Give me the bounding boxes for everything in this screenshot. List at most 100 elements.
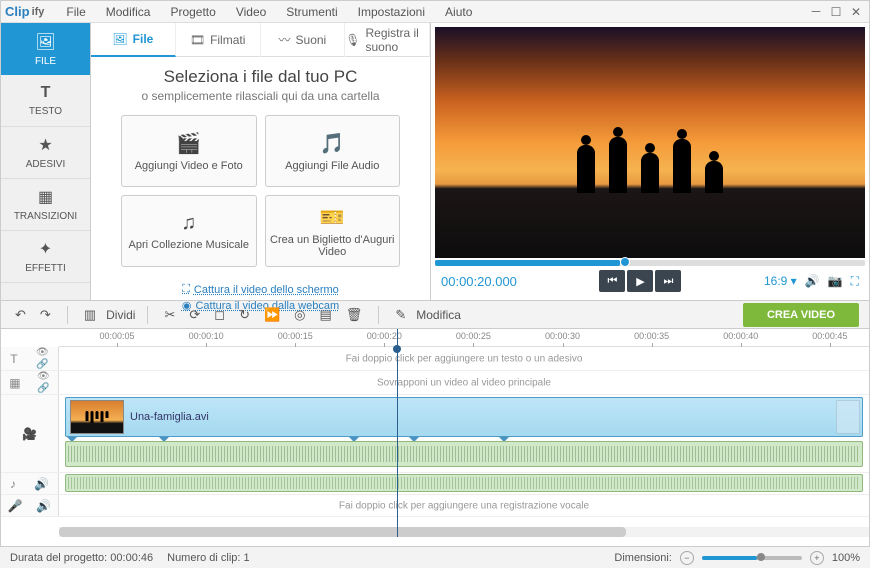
audio-file-icon: 🎵: [320, 131, 345, 156]
media-tab-filmati[interactable]: 🎞 Filmati: [176, 23, 261, 57]
video-track[interactable]: 🎥 Una-famiglia.avi: [1, 395, 869, 473]
preview-video[interactable]: [435, 27, 865, 258]
video-track-icon: 🎥: [22, 427, 37, 441]
menu-progetto[interactable]: Progetto: [160, 1, 225, 23]
menu-aiuto[interactable]: Aiuto: [435, 1, 482, 23]
close-button[interactable]: ✕: [847, 4, 865, 20]
text-track-hint: Fai doppio click per aggiungere un testo…: [59, 353, 869, 364]
prev-frame-button[interactable]: ⏮: [599, 270, 625, 292]
media-panel-title: Seleziona i file dal tuo PC: [99, 67, 422, 87]
folder-icon: 🖼: [35, 32, 55, 52]
color-button[interactable]: ▤: [316, 305, 336, 325]
clip-audio-waveform[interactable]: [65, 441, 863, 467]
text-track-icon: T: [10, 352, 17, 366]
audio-clip[interactable]: [65, 474, 863, 492]
menu-bar: Clipify File Modifica Progetto Video Str…: [1, 1, 869, 23]
status-bar: Durata del progetto: 00:00:46 Numero di …: [0, 546, 870, 568]
rotate-button[interactable]: ↻: [235, 305, 254, 325]
video-clip[interactable]: Una-famiglia.avi: [65, 397, 863, 437]
timeline-scrollbar[interactable]: [59, 527, 869, 537]
edit-button[interactable]: ✎: [391, 305, 410, 325]
sidebar-tab-adesivi[interactable]: ★ ADESIVI: [1, 127, 90, 179]
create-ecard-button[interactable]: 🎫 Crea un Biglietto d'Auguri Video: [265, 195, 401, 267]
sidebar-tab-file[interactable]: 🖼 FILE: [1, 23, 90, 75]
enhance-button[interactable]: ◎: [290, 305, 309, 325]
clip-thumbnail: [70, 400, 124, 434]
menu-impostazioni[interactable]: Impostazioni: [348, 1, 435, 23]
screen-capture-icon: ⛶: [182, 283, 190, 296]
aspect-ratio-selector[interactable]: 16:9 ▾: [764, 274, 797, 288]
time-ruler[interactable]: 00:00:05 00:00:10 00:00:15 00:00:20 00:0…: [59, 329, 869, 347]
mute-icon[interactable]: 🔊: [36, 499, 51, 513]
clip-name: Una-famiglia.avi: [130, 411, 209, 423]
play-button[interactable]: ▶: [627, 270, 653, 292]
zoom-in-button[interactable]: +: [810, 551, 824, 565]
minimize-button[interactable]: －: [807, 4, 825, 20]
visibility-icon[interactable]: 👁: [37, 371, 50, 382]
audio-track[interactable]: ♪ 🔊: [1, 473, 869, 495]
menu-file[interactable]: File: [56, 1, 95, 23]
media-tab-registra[interactable]: 🎙 Registra il suono: [345, 23, 430, 57]
zoom-percentage: 100%: [832, 552, 860, 564]
timeline-toolbar: ↶ ↷ ▥ Dividi ✂ ⟳ ◻ ↻ ⏩ ◎ ▤ 🗑 ✎ Modifica …: [1, 301, 869, 329]
next-frame-button[interactable]: ⏭: [655, 270, 681, 292]
effects-icon: ✦: [39, 239, 52, 259]
text-icon: T: [41, 84, 51, 102]
sidebar-tab-effetti[interactable]: ✦ EFFETTI: [1, 231, 90, 283]
left-sidebar: 🖼 FILE T TESTO ★ ADESIVI ▦ TRANSIZIONI ✦…: [1, 23, 91, 300]
playhead[interactable]: [397, 329, 398, 537]
sidebar-tab-testo[interactable]: T TESTO: [1, 75, 90, 127]
image-icon: 🖼: [112, 32, 127, 46]
clip-count: Numero di clip: 1: [167, 552, 250, 564]
voice-track-icon: 🎤: [8, 499, 23, 513]
crop-button[interactable]: ⟳: [185, 305, 204, 325]
sound-icon: 〰: [279, 31, 291, 48]
add-audio-button[interactable]: 🎵 Aggiungi File Audio: [265, 115, 401, 187]
link-icon[interactable]: 🔗: [36, 359, 49, 370]
timeline: 00:00:05 00:00:10 00:00:15 00:00:20 00:0…: [1, 329, 869, 537]
add-video-photo-button[interactable]: 🎬 Aggiungi Video e Foto: [121, 115, 257, 187]
redo-button[interactable]: ↷: [36, 305, 55, 325]
snapshot-icon[interactable]: 📷: [828, 274, 843, 288]
menu-video[interactable]: Video: [226, 1, 276, 23]
capture-screen-link[interactable]: ⛶ Cattura il video dello schermo: [182, 283, 339, 296]
stop-button[interactable]: ◻: [210, 305, 229, 325]
volume-icon[interactable]: 🔊: [805, 274, 820, 288]
text-track[interactable]: T 👁🔗 Fai doppio click per aggiungere un …: [1, 347, 869, 371]
cut-button[interactable]: ✂: [160, 305, 179, 325]
dimensions-label: Dimensioni:: [614, 552, 671, 564]
transitions-icon: ▦: [38, 187, 53, 207]
open-music-collection-button[interactable]: ♫ Apri Collezione Musicale: [121, 195, 257, 267]
ecard-icon: 🎫: [320, 205, 345, 230]
media-tab-suoni[interactable]: 〰 Suoni: [261, 23, 346, 57]
overlay-track-hint: Sovrapponi un video al video principale: [59, 377, 869, 388]
zoom-out-button[interactable]: −: [680, 551, 694, 565]
media-tab-file[interactable]: 🖼 File: [91, 23, 176, 57]
star-icon: ★: [38, 135, 52, 155]
voice-track[interactable]: 🎤 🔊 Fai doppio click per aggiungere una …: [1, 495, 869, 517]
menu-strumenti[interactable]: Strumenti: [276, 1, 347, 23]
menu-modifica[interactable]: Modifica: [96, 1, 161, 23]
overlay-track[interactable]: ▦ 👁🔗 Sovrapponi un video al video princi…: [1, 371, 869, 395]
music-collection-icon: ♫: [181, 212, 196, 235]
mic-icon: 🎙: [345, 33, 360, 47]
overlay-track-icon: ▦: [9, 376, 20, 390]
delete-button[interactable]: 🗑: [342, 305, 367, 325]
media-panel-subtitle: o semplicemente rilasciali qui da una ca…: [99, 89, 422, 103]
visibility-icon[interactable]: 👁: [36, 347, 49, 358]
zoom-slider[interactable]: [702, 556, 802, 560]
fullscreen-icon[interactable]: ⛶: [851, 274, 859, 289]
create-video-button[interactable]: CREA VIDEO: [743, 303, 859, 327]
split-button[interactable]: ▥: [80, 305, 100, 325]
clip-end-thumbnail: [836, 400, 860, 434]
sidebar-tab-transizioni[interactable]: ▦ TRANSIZIONI: [1, 179, 90, 231]
preview-scrubber[interactable]: [435, 260, 865, 266]
undo-button[interactable]: ↶: [11, 305, 30, 325]
media-panel: 🖼 File 🎞 Filmati 〰 Suoni 🎙 Registra il s…: [91, 23, 431, 300]
maximize-button[interactable]: ☐: [827, 4, 845, 20]
mute-icon[interactable]: 🔊: [34, 477, 49, 491]
project-duration: Durata del progetto: 00:00:46: [10, 552, 153, 564]
speed-button[interactable]: ⏩: [260, 305, 284, 325]
link-icon[interactable]: 🔗: [37, 383, 50, 394]
video-photo-icon: 🎬: [176, 131, 201, 156]
